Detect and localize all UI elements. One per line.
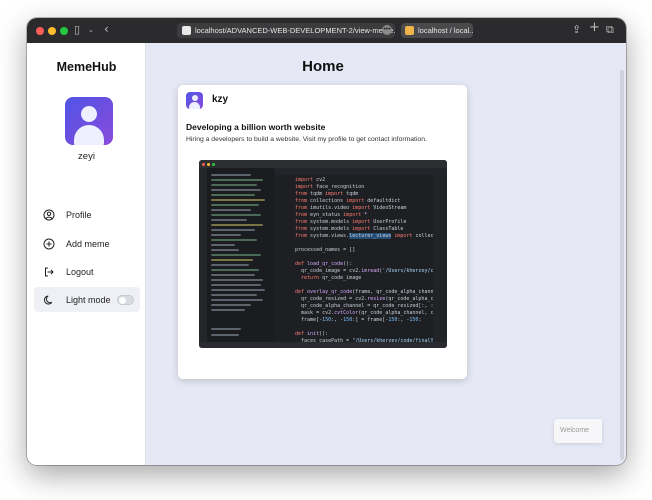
sidebar-item-profile[interactable]: Profile	[34, 202, 140, 227]
meme-editor-titlebar	[199, 160, 447, 168]
avatar-body-shape	[74, 125, 104, 145]
meme-dot	[202, 162, 205, 166]
meme-dot	[207, 162, 210, 166]
post-author[interactable]: kzy	[212, 94, 228, 105]
logout-icon	[43, 266, 55, 278]
new-tab-icon[interactable]: +	[589, 21, 600, 35]
minimize-window-button[interactable]	[48, 27, 56, 35]
author-avatar[interactable]	[186, 92, 203, 109]
back-icon[interactable]: ‹	[104, 22, 109, 36]
page-scrollbar[interactable]	[620, 70, 624, 460]
sidebar-item-label: Logout	[66, 266, 94, 277]
sidebar-item-light-mode[interactable]: Light mode	[34, 287, 140, 312]
sidebar-item-add-meme[interactable]: Add meme	[34, 231, 140, 256]
address-bar[interactable]: localhost/ADVANCED-WEB-DEVELOPMENT-2/vie…	[177, 23, 395, 38]
avatar[interactable]	[65, 97, 113, 145]
meme-file-explorer	[207, 168, 275, 342]
meme-dot	[212, 162, 215, 166]
close-window-button[interactable]	[36, 27, 44, 35]
username: zeyi	[78, 151, 95, 162]
post-description: Hiring a developers to build a website. …	[186, 136, 427, 143]
author-avatar-body-shape	[189, 102, 200, 109]
maximize-window-button[interactable]	[60, 27, 68, 35]
sidebar-item-label: Add meme	[66, 238, 110, 249]
chevron-down-icon[interactable]: ⌄	[88, 23, 94, 37]
post-title: Developing a billion worth website	[186, 122, 326, 132]
brand-logo[interactable]: MemeHub	[27, 60, 146, 74]
tab-favicon-icon	[405, 26, 414, 35]
address-url: localhost/ADVANCED-WEB-DEVELOPMENT-2/vie…	[195, 26, 395, 35]
meme-image[interactable]: import cv2 import face_recognition from …	[199, 160, 447, 348]
share-icon[interactable]: ⇪	[572, 23, 581, 37]
browser-window: ▯ ⌄ ‹ localhost/ADVANCED-WEB-DEVELOPMENT…	[27, 18, 626, 465]
main-content: Home kzy Developing a billion worth webs…	[147, 43, 626, 465]
avatar-head-shape	[81, 106, 97, 122]
tab-title: localhost / local...	[418, 26, 473, 35]
user-circle-icon	[43, 209, 55, 221]
sidebar-icon[interactable]: ▯	[74, 23, 80, 37]
browser-titlebar: ▯ ⌄ ‹ localhost/ADVANCED-WEB-DEVELOPMENT…	[27, 18, 626, 43]
sidebar-item-label: Light mode	[66, 294, 111, 305]
welcome-toast: Welcome	[554, 419, 602, 443]
toggle-knob	[119, 297, 126, 304]
meme-activity-bar	[199, 168, 207, 342]
browser-tab[interactable]: localhost / local...	[401, 23, 473, 38]
page-menu-icon[interactable]: •••	[382, 25, 392, 35]
meme-status-bar	[199, 342, 447, 348]
tabs-overview-icon[interactable]: ⧉	[606, 23, 614, 37]
author-avatar-head-shape	[191, 95, 198, 101]
light-mode-toggle[interactable]	[117, 295, 134, 305]
meme-code-editor: import cv2 import face_recognition from …	[275, 175, 447, 344]
sidebar-item-label: Profile	[66, 209, 92, 220]
site-favicon-icon	[182, 26, 191, 35]
meme-post-card: kzy Developing a billion worth website H…	[178, 85, 467, 379]
moon-icon	[43, 294, 55, 306]
meme-minimap	[433, 175, 447, 342]
meme-editor-tabs	[275, 168, 447, 175]
sidebar: MemeHub zeyi Profile Add meme Logout Lig…	[27, 43, 146, 465]
page-title: Home	[302, 58, 344, 75]
sidebar-item-logout[interactable]: Logout	[34, 259, 140, 284]
plus-circle-icon	[43, 238, 55, 250]
meme-gutter	[275, 175, 289, 342]
